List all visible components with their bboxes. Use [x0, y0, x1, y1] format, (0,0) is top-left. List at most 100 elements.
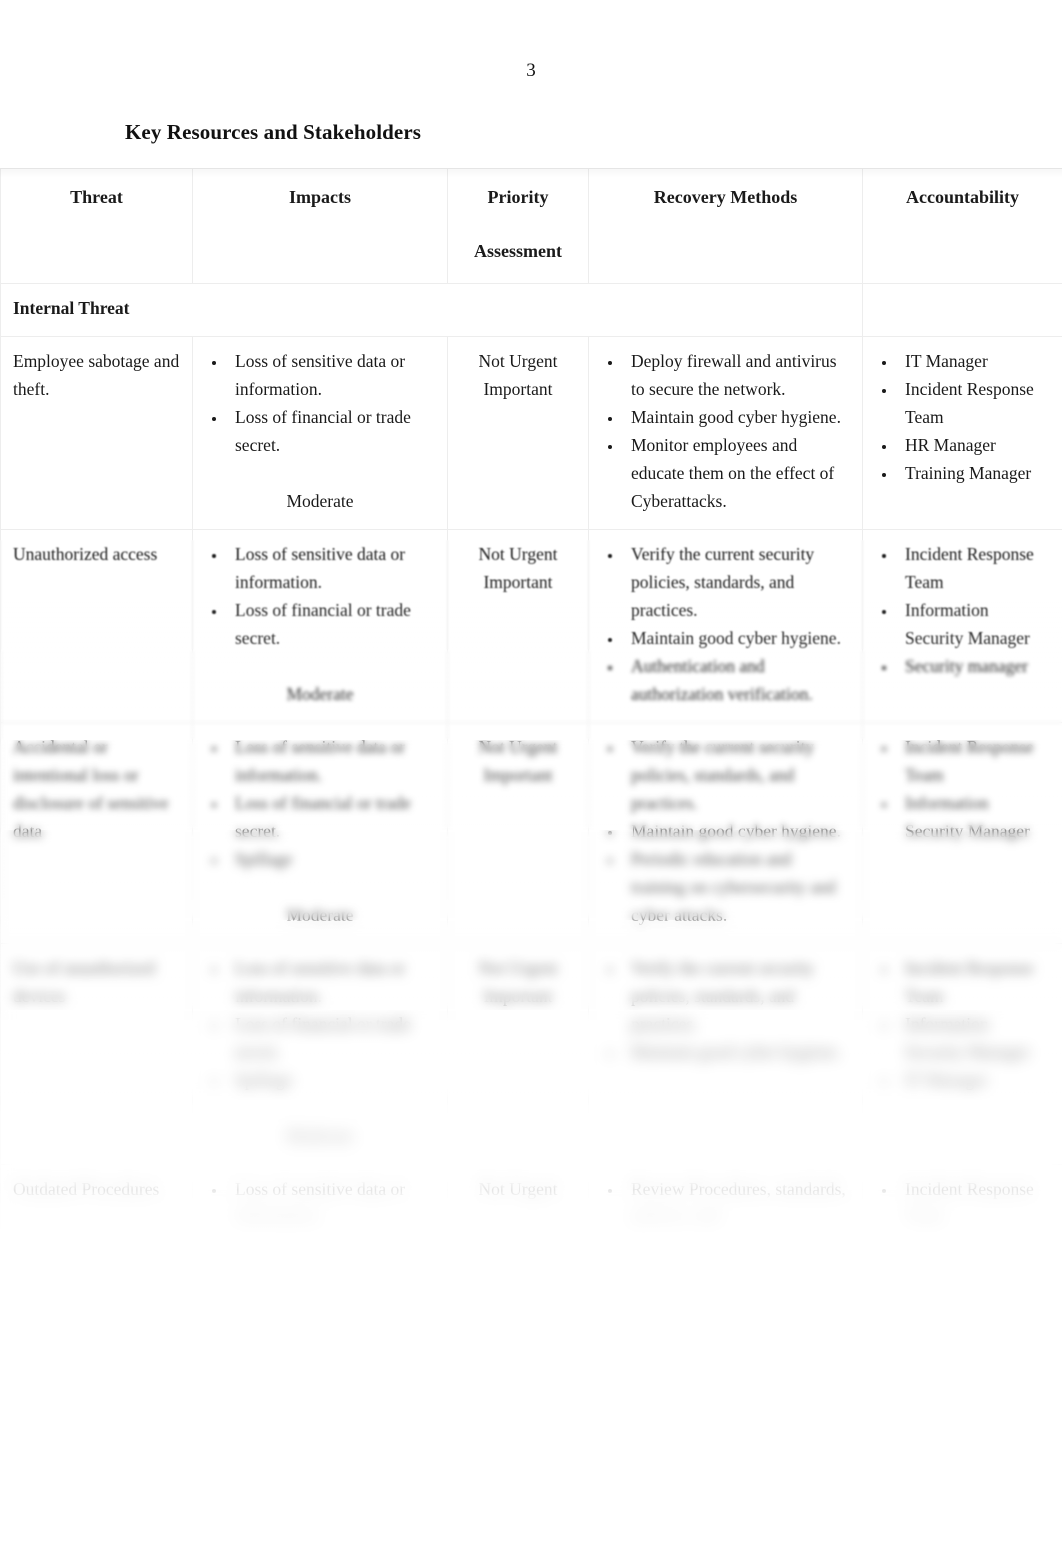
group-label: Internal Threat — [0, 283, 863, 337]
list-item: Loss of sensitive data or information. — [227, 540, 435, 596]
table-body: Internal Threat Employee sabotage and the… — [0, 283, 1062, 1246]
list-item: Maintain good cyber hygiene. — [623, 817, 850, 845]
impacts-list: Loss of sensitive data or information. — [205, 1175, 435, 1231]
threat-table: Threat Impacts Priority Assessment Recov… — [0, 168, 1062, 1246]
list-item: Loss of financial or trade secret. — [227, 789, 435, 845]
cell-impacts: Loss of sensitive data or information.Lo… — [192, 722, 448, 944]
accountability-list: Incident Response Team — [875, 1175, 1050, 1231]
list-item: HR Manager — [897, 431, 1050, 459]
list-item: IT Manager — [897, 1066, 1050, 1094]
cell-impacts: Loss of sensitive data or information.Lo… — [192, 336, 448, 530]
cell-threat: Use of unauthorized devices — [0, 943, 193, 1165]
impacts-list: Loss of sensitive data or information.Lo… — [205, 347, 435, 459]
column-header-impacts: Impacts — [192, 168, 448, 284]
list-item: Information Security Manager — [897, 1010, 1050, 1066]
cell-accountability: Incident Response Team — [862, 1164, 1062, 1246]
table-row: Use of unauthorized devicesLoss of sensi… — [0, 943, 1062, 1165]
accountability-list: Incident Response TeamInformation Securi… — [875, 954, 1050, 1094]
list-item: Information Security Manager — [897, 789, 1050, 845]
page-number: 3 — [526, 60, 536, 81]
cell-impacts: Loss of sensitive data or information.Lo… — [192, 529, 448, 723]
table-row: Employee sabotage and theft.Loss of sens… — [0, 336, 1062, 530]
cell-accountability: Incident Response TeamInformation Securi… — [862, 722, 1062, 944]
recovery-list: Verify the current security policies, st… — [601, 540, 850, 708]
list-item: Periodic education and training on cyber… — [623, 845, 850, 929]
table-row: Outdated Procedures Loss of sensitive dat… — [0, 1164, 1062, 1246]
impact-severity-note: Moderate — [286, 1126, 354, 1146]
list-item: Maintain good cyber hygiene. — [623, 403, 850, 431]
list-item: Spillage — [227, 845, 435, 873]
column-header-threat: Threat — [0, 168, 193, 284]
list-item: Monitor employees and educate them on th… — [623, 431, 850, 515]
list-item: Review Procedures, standards, policies, … — [623, 1175, 850, 1231]
cell-recovery-methods: Verify the current security policies, st… — [588, 943, 863, 1165]
cell-priority-assessment: Not Urgent Important — [447, 529, 589, 723]
accountability-list: IT ManagerIncident Response TeamHR Manag… — [875, 347, 1050, 487]
list-item: Loss of sensitive data or information. — [227, 347, 435, 403]
column-header-recovery-methods: Recovery Methods — [588, 168, 863, 284]
list-item: Deploy firewall and antivirus to secure … — [623, 347, 850, 403]
impact-severity-note: Moderate — [286, 905, 354, 925]
impact-severity-note: Moderate — [286, 684, 354, 704]
impacts-list: Loss of sensitive data or information.Lo… — [205, 540, 435, 652]
accountability-list: Incident Response TeamInformation Securi… — [875, 540, 1050, 680]
threat-table-container: Threat Impacts Priority Assessment Recov… — [0, 168, 1062, 1253]
page-title: Key Resources and Stakeholders — [125, 120, 422, 144]
list-item: Verify the current security policies, st… — [623, 540, 850, 624]
cell-priority-assessment: Not Urgent Important — [447, 943, 589, 1165]
cell-priority-assessment: Not Urgent Important — [447, 722, 589, 944]
cell-priority-assessment: Not Urgent — [447, 1164, 589, 1246]
list-item: Maintain good cyber hygiene. — [623, 624, 850, 652]
list-item: Authentication and authorization verific… — [623, 652, 850, 708]
list-item: Spillage — [227, 1066, 435, 1094]
list-item: Loss of financial or trade secret. — [227, 1010, 435, 1066]
impacts-list: Loss of sensitive data or information.Lo… — [205, 954, 435, 1094]
cell-accountability: IT ManagerIncident Response TeamHR Manag… — [862, 336, 1062, 530]
recovery-list: Verify the current security policies, st… — [601, 954, 850, 1066]
recovery-list: Deploy firewall and antivirus to secure … — [601, 347, 850, 515]
cell-priority-assessment: Not Urgent Important — [447, 336, 589, 530]
impacts-list: Loss of sensitive data or information.Lo… — [205, 733, 435, 873]
list-item: Loss of sensitive data or information. — [227, 1175, 435, 1231]
list-item: Verify the current security policies, st… — [623, 733, 850, 817]
column-header-priority-line1: Priority — [487, 187, 549, 207]
list-item: Verify the current security policies, st… — [623, 954, 850, 1038]
table-group-row: Internal Threat — [0, 283, 1062, 337]
cell-recovery-methods: Deploy firewall and antivirus to secure … — [588, 336, 863, 530]
cell-threat: Employee sabotage and theft. — [0, 336, 193, 530]
cell-accountability: Incident Response TeamInformation Securi… — [862, 943, 1062, 1165]
column-header-priority-assessment: Priority Assessment — [447, 168, 589, 284]
cell-recovery-methods: Review Procedures, standards, policies, … — [588, 1164, 863, 1246]
list-item: Incident Response Team — [897, 954, 1050, 1010]
column-header-priority-line2: Assessment — [474, 241, 562, 261]
document-page: 3 Key Resources and Stakeholders Threat … — [0, 0, 1062, 1556]
list-item: IT Manager — [897, 347, 1050, 375]
cell-threat: Accidental or intentional loss or disclo… — [0, 722, 193, 944]
list-item: Security manager — [897, 652, 1050, 680]
table-head: Threat Impacts Priority Assessment Recov… — [0, 168, 1062, 284]
cell-impacts: Loss of sensitive data or information. — [192, 1164, 448, 1246]
list-item: Information Security Manager — [897, 596, 1050, 652]
group-row-spacer — [862, 283, 1062, 337]
accountability-list: Incident Response TeamInformation Securi… — [875, 733, 1050, 845]
cell-impacts: Loss of sensitive data or information.Lo… — [192, 943, 448, 1165]
list-item: Incident Response Team — [897, 540, 1050, 596]
column-header-accountability: Accountability — [862, 168, 1062, 284]
recovery-list: Verify the current security policies, st… — [601, 733, 850, 929]
list-item: Training Manager — [897, 459, 1050, 487]
table-row: Accidental or intentional loss or disclo… — [0, 722, 1062, 944]
cell-threat: Unauthorized access — [0, 529, 193, 723]
recovery-list: Review Procedures, standards, policies, … — [601, 1175, 850, 1231]
impact-severity-note: Moderate — [286, 491, 354, 511]
cell-recovery-methods: Verify the current security policies, st… — [588, 722, 863, 944]
table-header-row: Threat Impacts Priority Assessment Recov… — [0, 168, 1062, 284]
list-item: Incident Response Team — [897, 733, 1050, 789]
list-item: Loss of financial or trade secret. — [227, 596, 435, 652]
cell-recovery-methods: Verify the current security policies, st… — [588, 529, 863, 723]
table-row: Unauthorized accessLoss of sensitive dat… — [0, 529, 1062, 723]
list-item: Maintain good cyber hygiene. — [623, 1038, 850, 1066]
cell-accountability: Incident Response TeamInformation Securi… — [862, 529, 1062, 723]
list-item: Loss of sensitive data or information. — [227, 954, 435, 1010]
list-item: Loss of financial or trade secret. — [227, 403, 435, 459]
list-item: Incident Response Team — [897, 375, 1050, 431]
